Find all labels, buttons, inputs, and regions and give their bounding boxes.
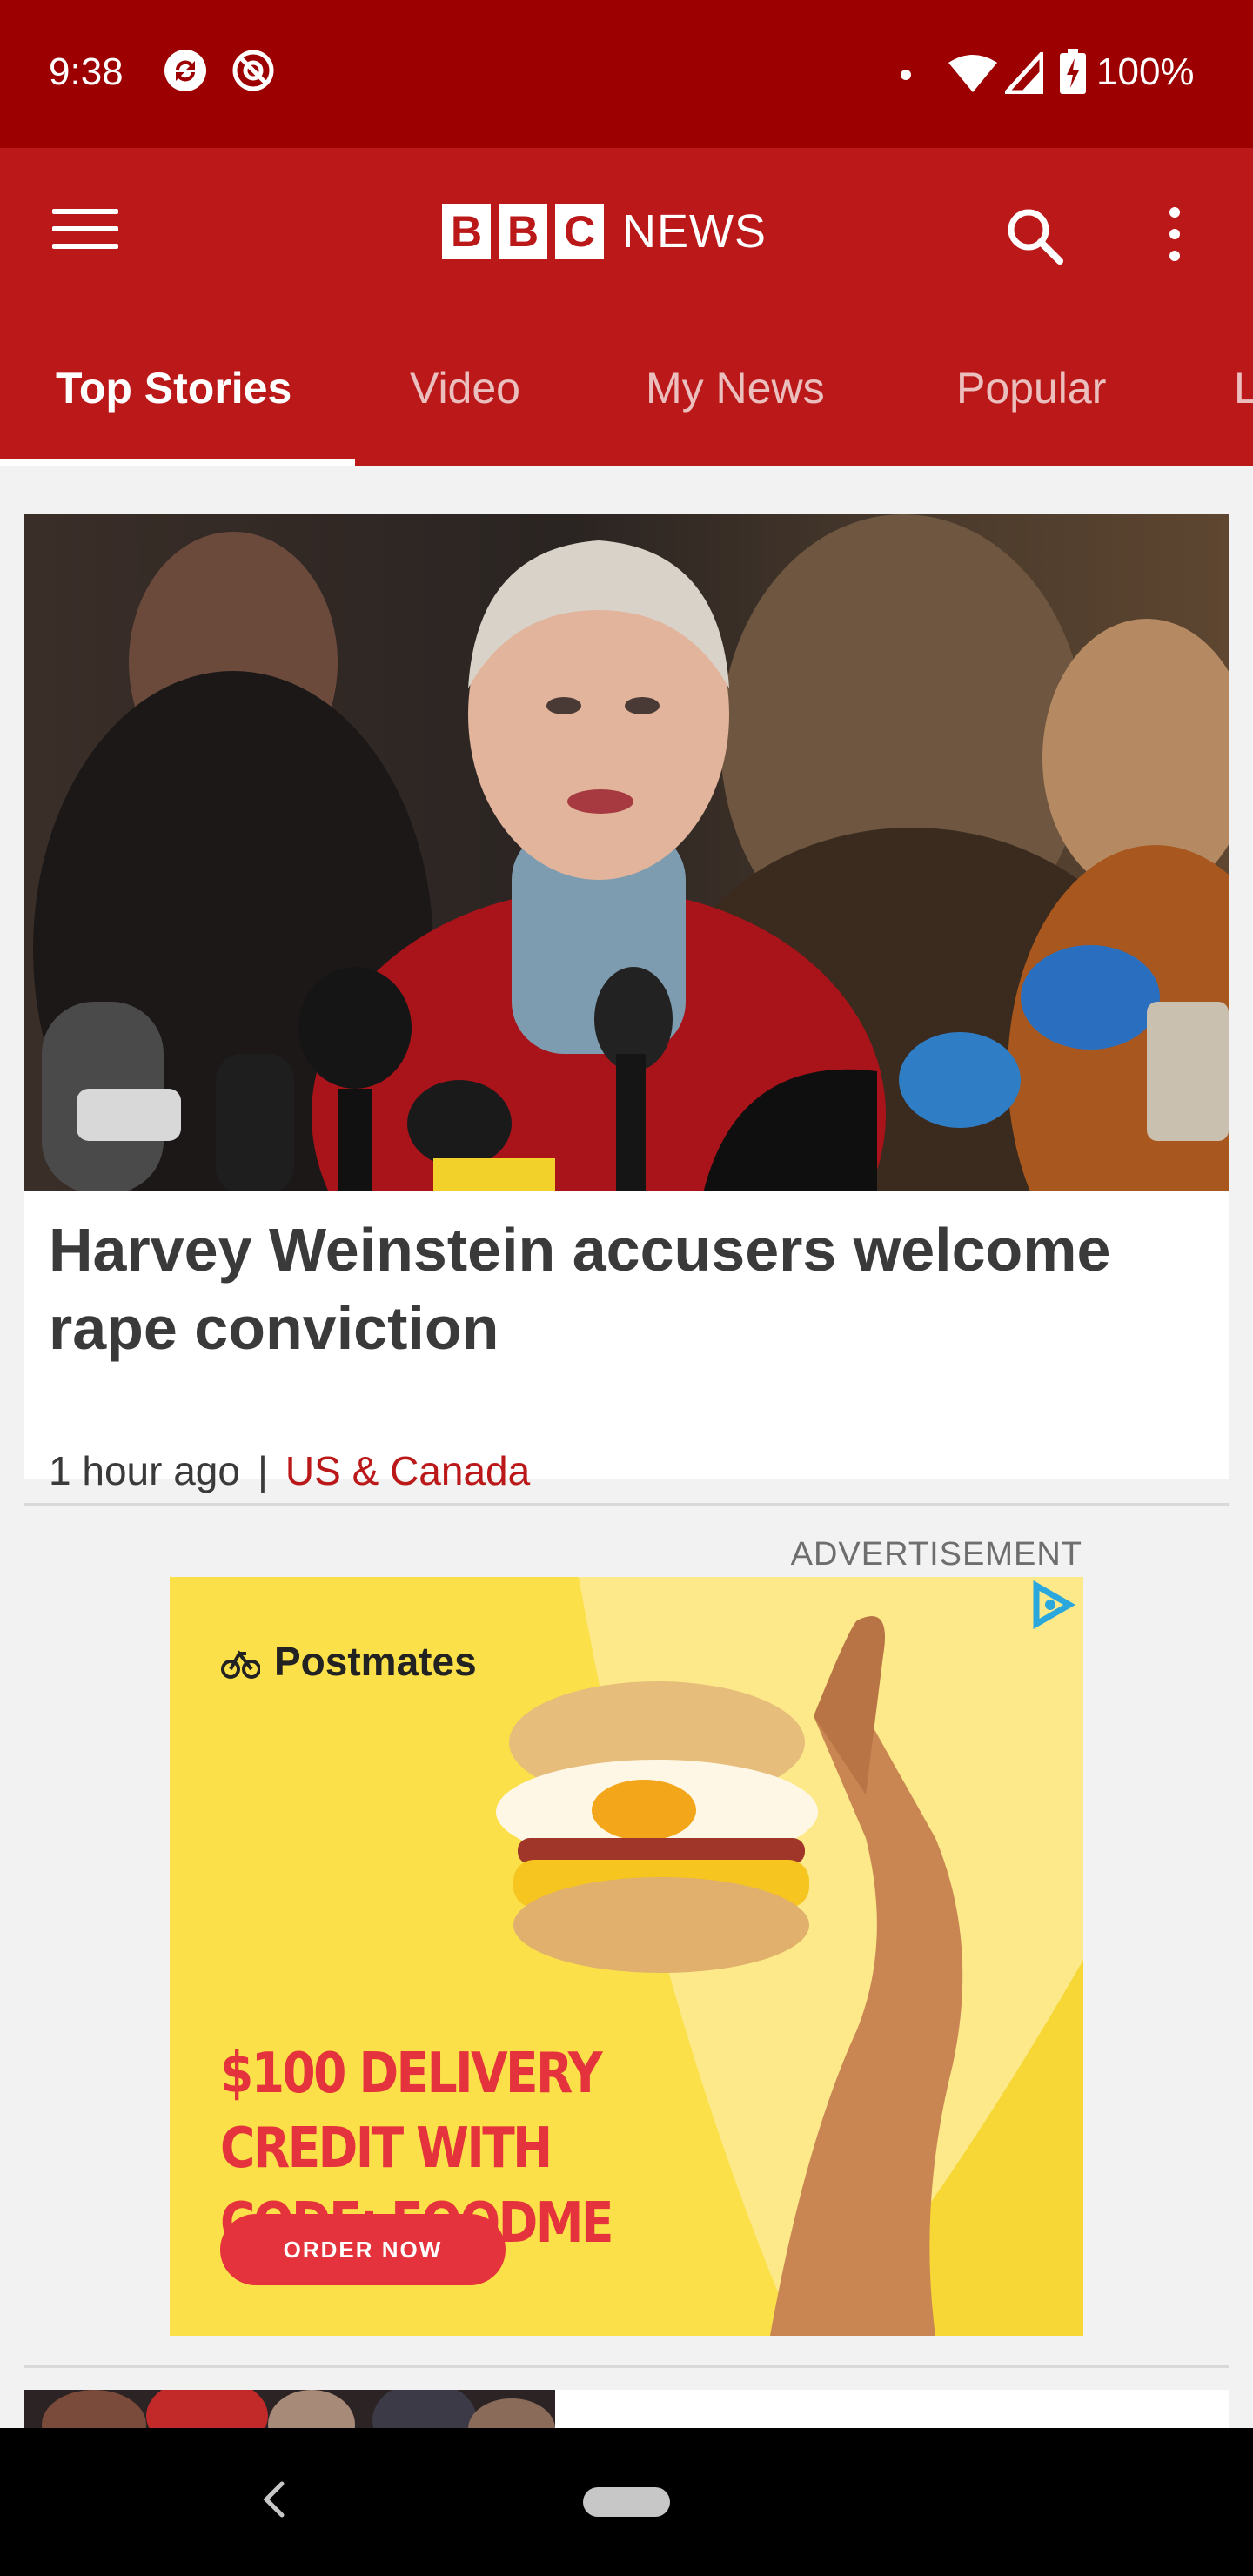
wifi-icon — [948, 55, 997, 92]
advertisement-banner[interactable]: Postmates $100 DELIVERY CREDIT WITH CODE… — [170, 1577, 1083, 2336]
logo-letter-b1: B — [442, 204, 491, 259]
vpn-app-icon — [232, 50, 274, 91]
tab-top-stories[interactable]: Top Stories — [56, 353, 291, 466]
more-options-icon[interactable] — [1157, 202, 1192, 272]
next-story-thumbnail[interactable] — [24, 2390, 555, 2428]
ad-brand: Postmates — [220, 1638, 477, 1685]
next-story-headline[interactable]: How Harvey Weinstein faced — [580, 2421, 1253, 2428]
sync-app-icon — [164, 50, 206, 91]
ad-brand-name: Postmates — [274, 1639, 477, 1684]
status-time: 9:38 — [49, 50, 124, 93]
story-time: 1 hour ago — [49, 1448, 240, 1493]
news-feed[interactable]: Harvey Weinstein accusers welcome rape c… — [0, 466, 1253, 2428]
hamburger-menu-icon[interactable] — [52, 209, 118, 261]
next-story-card[interactable]: How Harvey Weinstein faced — [24, 2390, 1253, 2428]
ad-order-now-button[interactable]: ORDER NOW — [220, 2214, 506, 2285]
tab-live[interactable]: L — [1234, 353, 1253, 466]
story-meta: 1 hour ago | US & Canada — [49, 1447, 530, 1494]
section-tabs: Top Stories Video My News Popular L — [0, 353, 1253, 466]
tab-video[interactable]: Video — [410, 353, 520, 466]
postmates-logo-icon — [221, 1650, 260, 1679]
battery-charging-icon — [1060, 49, 1086, 94]
tab-popular[interactable]: Popular — [956, 353, 1106, 466]
feed-divider — [24, 1503, 1229, 1506]
feed-divider — [24, 2365, 1229, 2368]
app-bar: B B C NEWS Top Stories Video My News Pop… — [0, 148, 1253, 466]
status-bar: 9:38 100% — [0, 0, 1253, 148]
top-story-card[interactable]: Harvey Weinstein accusers welcome rape c… — [24, 514, 1229, 1493]
logo-letter-b2: B — [499, 204, 547, 259]
logo-word: NEWS — [622, 205, 767, 258]
story-headline[interactable]: Harvey Weinstein accusers welcome rape c… — [49, 1211, 1197, 1367]
search-icon[interactable] — [1001, 202, 1070, 272]
tab-my-news[interactable]: My News — [646, 353, 825, 466]
back-icon[interactable] — [256, 2473, 291, 2526]
notification-dot-icon — [901, 70, 911, 80]
adchoices-icon[interactable] — [1028, 1580, 1076, 1629]
story-section-link[interactable]: US & Canada — [285, 1448, 530, 1493]
meta-separator: | — [257, 1448, 268, 1493]
home-pill-button[interactable] — [583, 2487, 670, 2517]
active-tab-indicator — [0, 459, 355, 466]
battery-percentage: 100% — [1096, 50, 1195, 93]
story-photo[interactable] — [24, 514, 1229, 1191]
cell-signal-icon — [1005, 52, 1043, 94]
bbc-news-logo: B B C NEWS — [442, 204, 767, 259]
system-navigation-bar — [0, 2428, 1253, 2576]
advertisement-label: ADVERTISEMENT — [790, 1536, 1082, 1573]
logo-letter-c: C — [555, 204, 604, 259]
